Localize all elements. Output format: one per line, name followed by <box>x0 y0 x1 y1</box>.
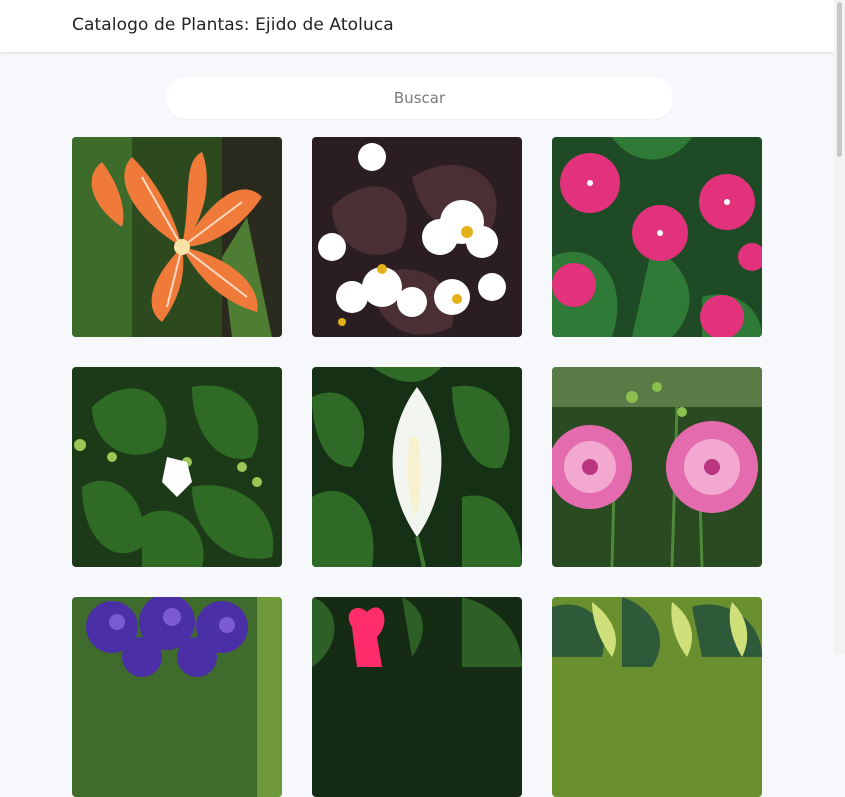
variegated-foliage-photo <box>552 597 762 797</box>
plant-card-4[interactable] <box>72 367 282 567</box>
white-begonia-photo <box>312 137 522 337</box>
plant-card-7[interactable] <box>72 597 282 797</box>
pink-impatiens-photo <box>552 137 762 337</box>
scrollbar-thumb[interactable] <box>837 2 842 157</box>
peace-lily-photo <box>312 367 522 567</box>
pink-dahlia-photo <box>552 367 762 567</box>
plant-card-9[interactable] <box>552 597 762 797</box>
plant-card-5[interactable] <box>312 367 522 567</box>
plant-card-1[interactable] <box>72 137 282 337</box>
top-navbar: Catalogo de Plantas: Ejido de Atoluca <box>0 0 834 52</box>
plant-card-3[interactable] <box>552 137 762 337</box>
pink-flower-photo <box>312 597 522 797</box>
plant-card-6[interactable] <box>552 367 762 567</box>
app-title[interactable]: Catalogo de Plantas: Ejido de Atoluca <box>72 15 394 35</box>
purple-delphinium-photo <box>72 597 282 797</box>
white-bud-plant-photo <box>72 367 282 567</box>
search-input[interactable] <box>166 77 673 119</box>
orange-amaryllis-photo <box>72 137 282 337</box>
plant-card-2[interactable] <box>312 137 522 337</box>
page-scrollbar[interactable] <box>834 0 845 654</box>
plant-card-8[interactable] <box>312 597 522 797</box>
